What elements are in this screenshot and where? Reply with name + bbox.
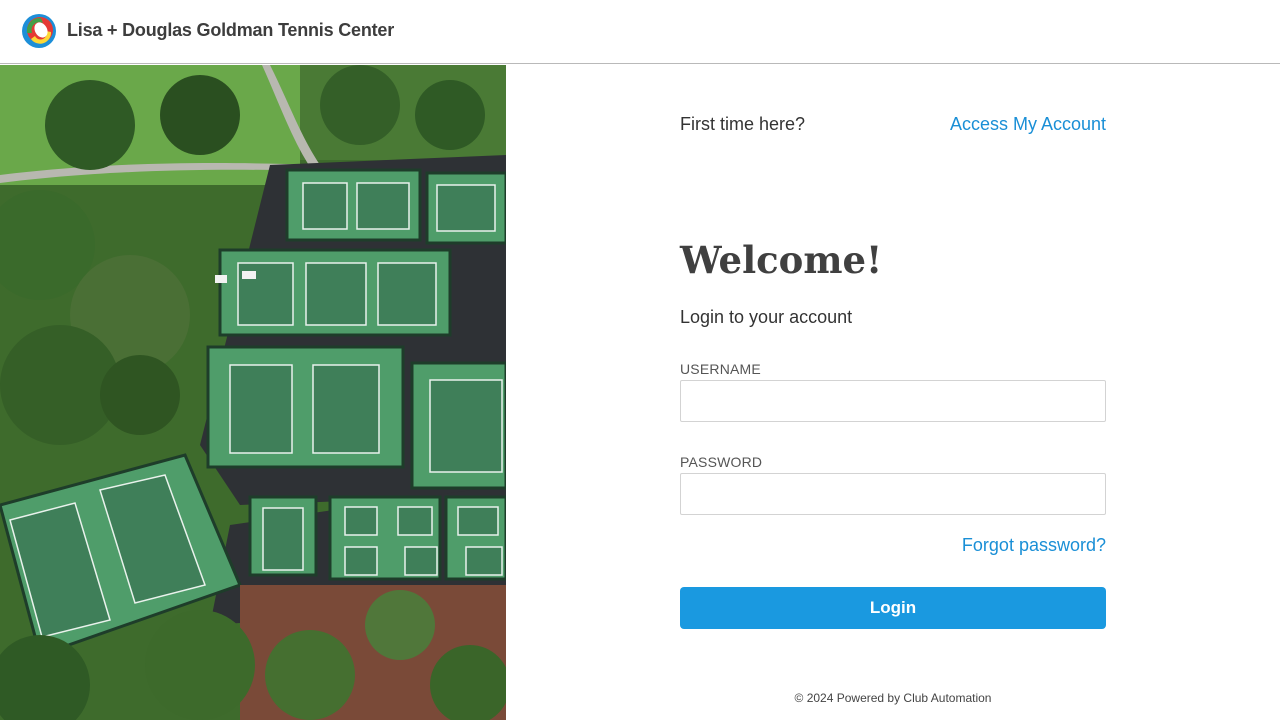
top-header: Lisa + Douglas Goldman Tennis Center: [0, 0, 1280, 64]
login-panel: First time here? Access My Account Welco…: [680, 65, 1106, 720]
forgot-password-link[interactable]: Forgot password?: [962, 535, 1106, 556]
footer-text: © 2024 Powered by Club Automation: [794, 691, 992, 705]
login-button[interactable]: Login: [680, 587, 1106, 629]
login-subtitle: Login to your account: [680, 307, 853, 327]
welcome-heading: Welcome!: [680, 238, 883, 282]
password-label: PASSWORD: [680, 454, 763, 470]
password-input[interactable]: [680, 473, 1106, 515]
first-time-text: First time here?: [680, 114, 806, 134]
username-label: USERNAME: [680, 361, 761, 377]
club-name: Lisa + Douglas Goldman Tennis Center: [67, 20, 395, 40]
tennis-courts-aerial-photo: [0, 65, 506, 720]
username-input[interactable]: [680, 380, 1106, 422]
club-logo-icon[interactable]: [21, 13, 57, 49]
access-my-account-link[interactable]: Access My Account: [950, 114, 1106, 135]
